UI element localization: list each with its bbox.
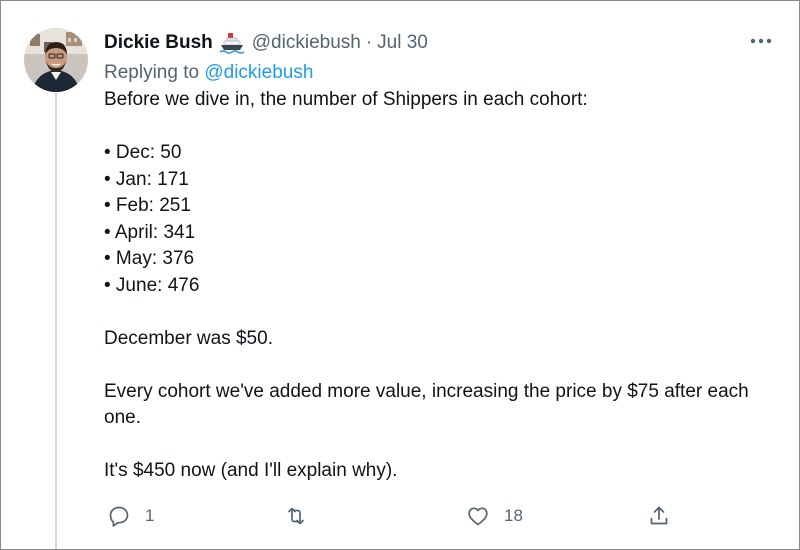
bullet-item: • April: 341	[104, 221, 196, 243]
tweet-container: Dickie Bush @dickiebush · Jul 30 Replyin…	[0, 0, 800, 550]
replying-to: Replying to @dickiebush	[104, 59, 775, 86]
replying-prefix: Replying to	[104, 62, 200, 83]
bullet-item: • Feb: 251	[104, 195, 191, 216]
retweet-icon	[288, 507, 304, 525]
bullet-item: • May: 376	[104, 248, 195, 269]
reply-count: 1	[145, 506, 155, 525]
tweet-intro: Before we dive in, the number of Shipper…	[104, 89, 588, 110]
tweet-content: Dickie Bush @dickiebush · Jul 30 Replyin…	[104, 28, 775, 485]
share-icon	[650, 506, 668, 525]
tweet-paragraph: one.	[104, 407, 141, 428]
reply-icon	[109, 506, 129, 527]
tweet-paragraph: It's $450 now (and I'll explain why).	[104, 460, 398, 481]
bullet-item: • Jan: 171	[104, 168, 189, 190]
reply-button[interactable]: 1	[107, 499, 154, 533]
tweet-header: Dickie Bush @dickiebush · Jul 30	[104, 28, 775, 58]
avatar-image	[24, 28, 88, 92]
like-count: 18	[504, 506, 523, 525]
retweet-button[interactable]	[284, 499, 322, 533]
thread-line	[55, 93, 57, 549]
bullet-item: • June: 476	[104, 274, 200, 296]
like-button[interactable]: 18	[466, 499, 523, 533]
bullet-item: • Dec: 50	[104, 142, 182, 163]
tweet-text: Before we dive in, the number of Shipper…	[104, 87, 775, 485]
tweet-actions: 1 18	[104, 499, 684, 533]
tweet-paragraph: December was $50.	[104, 327, 273, 349]
tweet-paragraph: Every cohort we've added more value, inc…	[104, 380, 749, 402]
replying-to-link[interactable]: @dickiebush	[204, 62, 313, 83]
share-button[interactable]	[647, 499, 671, 533]
separator: ·	[365, 32, 373, 53]
avatar[interactable]	[24, 28, 88, 92]
author-handle[interactable]: @dickiebush	[252, 32, 361, 54]
heart-icon	[468, 507, 488, 526]
author-name[interactable]: Dickie Bush	[104, 32, 213, 54]
ship-icon	[219, 30, 245, 56]
tweet-date[interactable]: Jul 30	[377, 32, 428, 54]
